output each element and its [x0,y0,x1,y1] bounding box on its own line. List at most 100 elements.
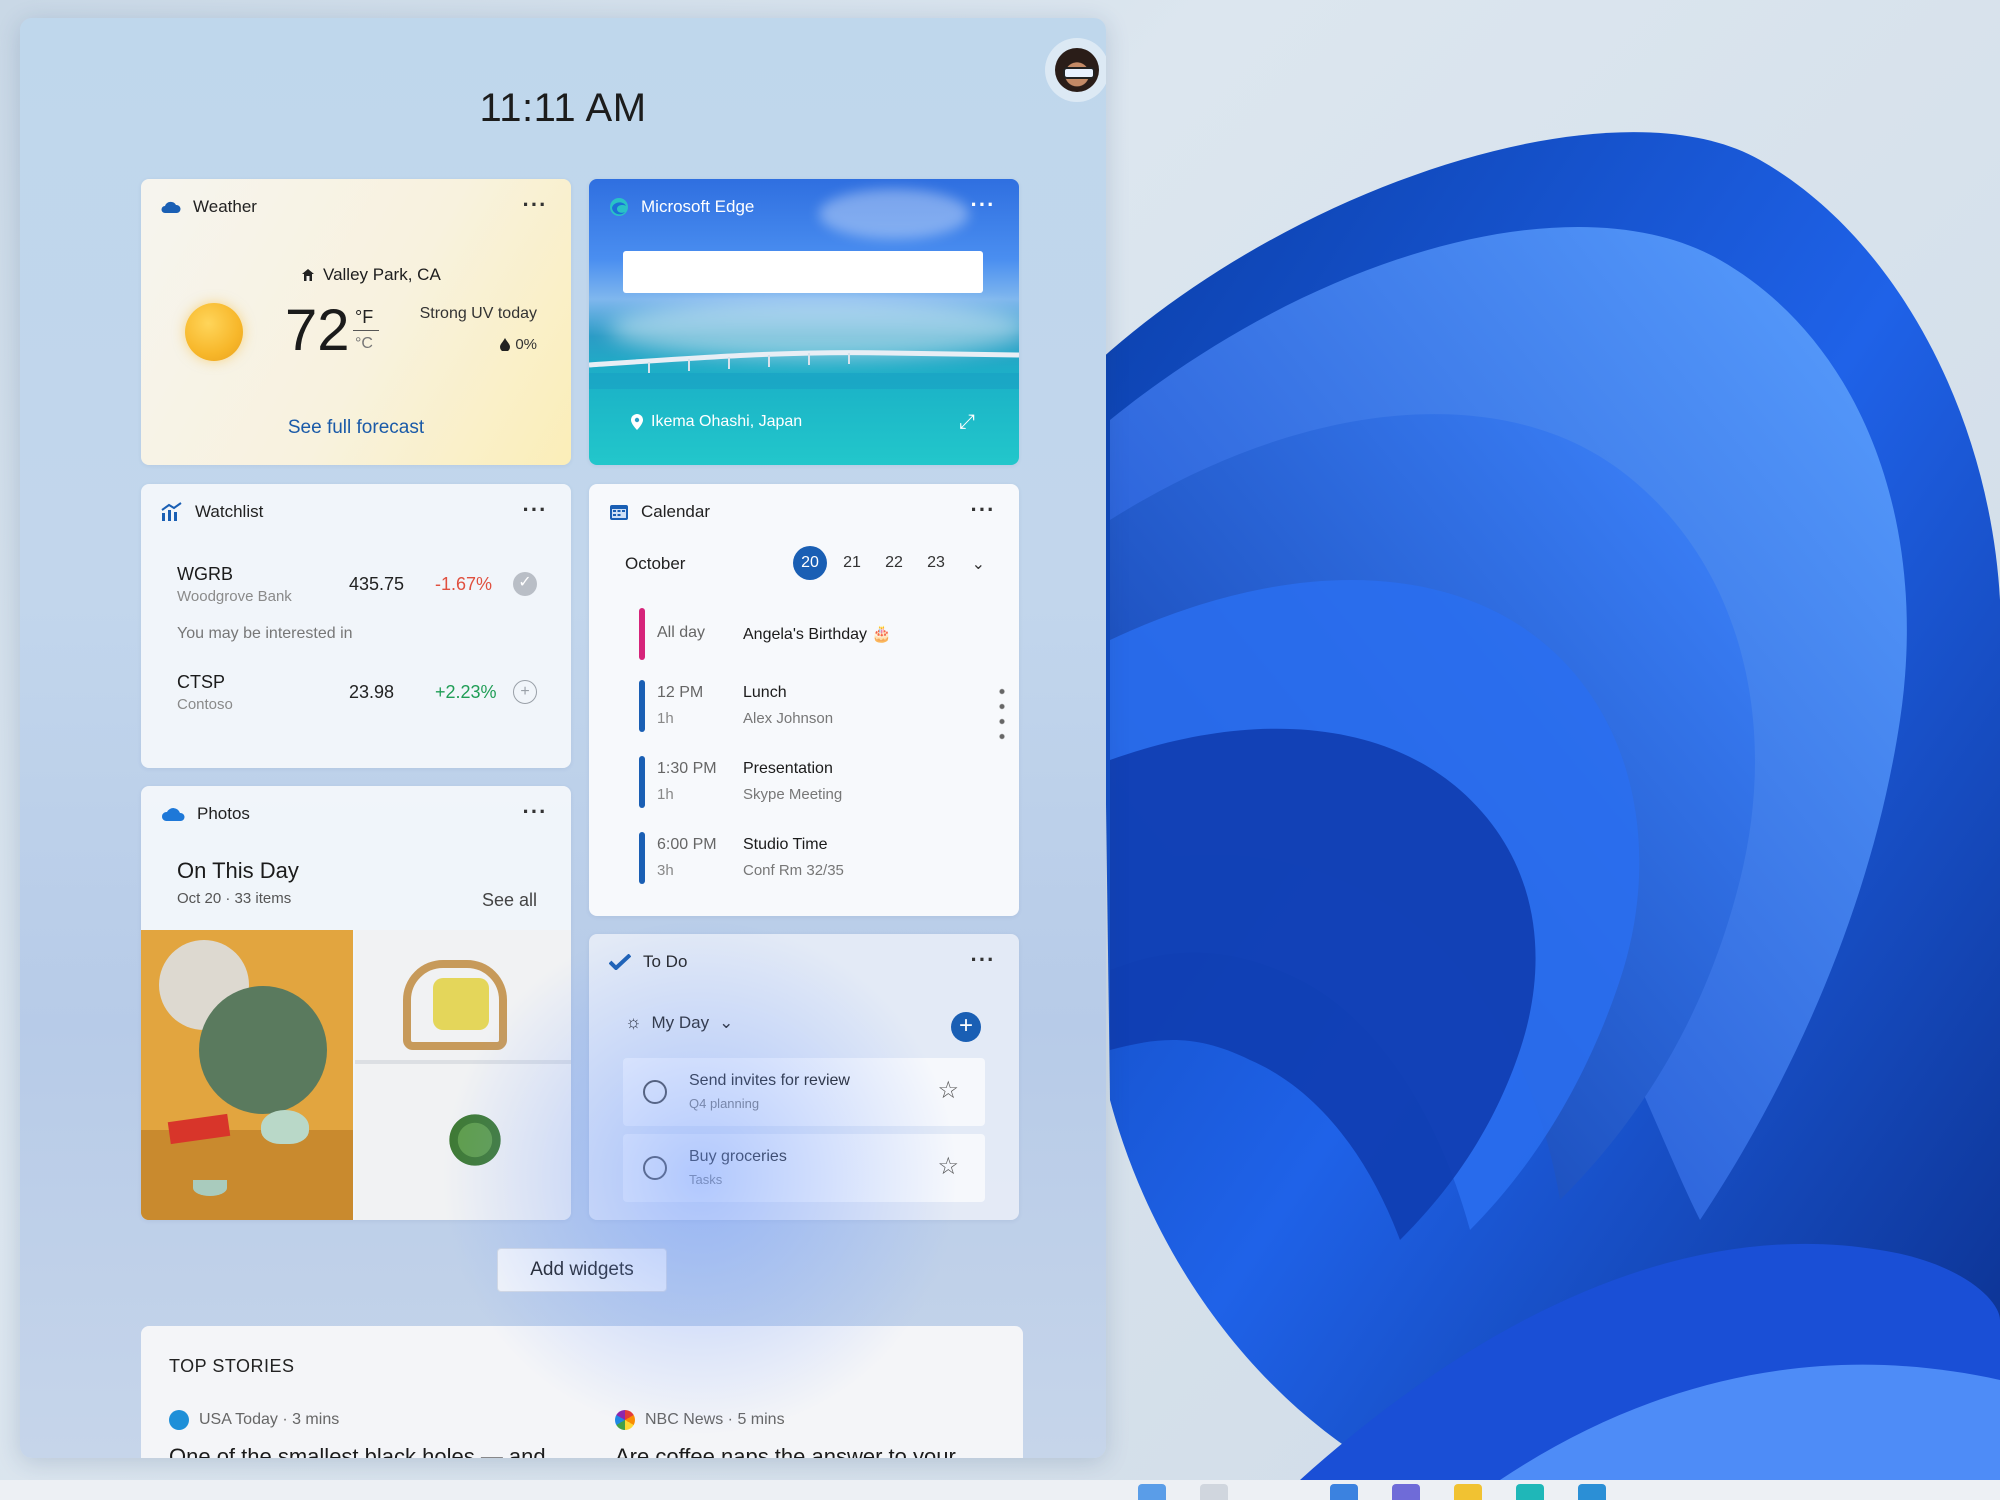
photos-title: Photos [197,804,250,823]
event-color-bar [639,756,645,808]
weather-header: Weather [161,197,257,217]
task-title: Send invites for review [689,1072,850,1089]
news-source-text: USA Today · 3 mins [199,1411,340,1428]
user-avatar[interactable] [1045,38,1106,102]
calendar-more-button[interactable]: ··· [965,498,1001,528]
add-widgets-button[interactable]: Add widgets [497,1248,667,1292]
event-detail: Alex Johnson [743,710,834,727]
calendar-day[interactable]: 23 [919,546,953,580]
edge-logo-icon [610,198,628,216]
calendar-scrollbar[interactable] [999,684,1005,744]
event-detail: Skype Meeting [743,786,843,803]
event-color-bar [639,680,645,732]
raindrop-icon [500,338,511,351]
news-headline: One of the smallest black holes — and [169,1444,546,1458]
edge-header: Microsoft Edge [609,197,754,217]
todo-task[interactable]: Send invites for review Q4 planning ☆ [623,1058,985,1126]
stock-name: Woodgrove Bank [177,588,292,605]
clock-time: 11:11 AM [479,86,647,130]
event-duration: 1h [657,786,674,803]
weather-more-button[interactable]: ··· [517,193,553,223]
photos-widget[interactable]: Photos ··· On This Day Oct 20 · 33 items… [141,786,571,1220]
weather-widget[interactable]: Weather ··· Valley Park, CA 72 °F °C Str… [141,179,571,465]
weather-location-text: Valley Park, CA [323,265,441,284]
todo-widget[interactable]: To Do ··· ☼ My Day ⌄ + Send invites for … [589,934,1019,1220]
news-headline: Are coffee naps the answer to your [615,1444,956,1458]
unit-celsius-toggle[interactable]: °C [355,335,373,353]
todo-list-name: My Day [651,1012,710,1032]
star-icon[interactable]: ☆ [937,1076,959,1105]
edge-icon[interactable] [1516,1484,1544,1500]
todo-task[interactable]: Buy groceries Tasks ☆ [623,1134,985,1202]
stock-row[interactable]: WGRB Woodgrove Bank 435.75 -1.67% ✓ [177,564,537,614]
event-color-bar [639,832,645,884]
see-full-forecast-link[interactable]: See full forecast [141,417,571,439]
edge-more-button[interactable]: ··· [965,193,1001,223]
usa-today-logo-icon [169,1410,189,1430]
home-icon [302,269,314,281]
edge-search-input[interactable] [623,251,983,293]
weather-temperature: 72 [285,298,350,363]
add-task-button[interactable]: + [951,1012,981,1042]
todo-more-button[interactable]: ··· [965,948,1001,978]
calendar-event[interactable]: 1:30 PM 1h Presentation Skype Meeting [639,754,979,812]
start-icon[interactable] [1138,1484,1166,1500]
calendar-widget[interactable]: Calendar ··· October 20 21 22 23 ⌄ All d… [589,484,1019,916]
widgets-board: 11:11 AM Weather ··· Valley Park, CA 72 … [20,18,1106,1458]
event-time: 6:00 PM [657,836,717,853]
edge-title: Microsoft Edge [641,197,755,216]
calendar-header: Calendar [609,502,710,522]
sky-cloud [819,189,969,239]
task-complete-checkbox[interactable] [643,1080,667,1104]
stock-chart-icon [161,502,182,521]
watchlist-title: Watchlist [195,502,264,521]
unit-fahrenheit-toggle[interactable]: °F [355,307,373,328]
calendar-title: Calendar [641,502,710,521]
file-explorer-icon[interactable] [1454,1484,1482,1500]
stock-price: 23.98 [349,682,395,702]
sunny-icon [185,303,243,361]
stock-price: 435.75 [349,574,405,594]
expand-icon[interactable]: ⤢ [959,411,975,434]
search-icon[interactable] [1200,1484,1228,1500]
stock-change: +2.23% [435,682,497,702]
task-list-label: Q4 planning [689,1096,760,1111]
star-icon[interactable]: ☆ [937,1152,959,1181]
photos-see-all-link[interactable]: See all [482,890,537,911]
event-time: 12 PM [657,684,704,701]
widgets-icon[interactable] [1330,1484,1358,1500]
event-title: Presentation [743,760,833,777]
add-stock-icon[interactable]: + [513,680,537,704]
photo-thumbnail[interactable] [355,930,571,1220]
watchlist-widget[interactable]: Watchlist ··· WGRB Woodgrove Bank 435.75… [141,484,571,768]
taskbar [0,1480,2000,1500]
weather-cloud-icon [161,201,181,213]
photos-more-button[interactable]: ··· [517,800,553,830]
edge-location[interactable]: Ikema Ohashi, Japan [631,413,802,431]
stock-symbol: WGRB [177,564,233,584]
chevron-down-icon[interactable]: ⌄ [972,554,985,574]
photos-header: Photos [161,804,250,824]
news-story[interactable]: USA Today · 3 mins One of the smallest b… [169,1410,589,1458]
store-icon[interactable] [1578,1484,1606,1500]
calendar-day[interactable]: 21 [835,546,869,580]
photo-thumbnail[interactable] [141,930,353,1220]
stock-row[interactable]: CTSP Contoso 23.98 +2.23% + [177,672,537,722]
calendar-event[interactable]: All day Angela's Birthday 🎂 [639,606,979,664]
edge-widget[interactable]: Microsoft Edge ··· Ikema Ohashi, Japan ⤢ [589,179,1019,465]
calendar-event[interactable]: 6:00 PM 3h Studio Time Conf Rm 32/35 [639,830,979,888]
bridge-image [589,350,1019,389]
chat-icon[interactable] [1392,1484,1420,1500]
calendar-event[interactable]: 12 PM 1h Lunch Alex Johnson [639,678,979,736]
task-title: Buy groceries [689,1148,787,1165]
event-title: Studio Time [743,836,828,853]
watchlist-more-button[interactable]: ··· [517,498,553,528]
checkmark-icon[interactable]: ✓ [513,572,537,596]
news-story[interactable]: NBC News · 5 mins Are coffee naps the an… [615,1410,1035,1458]
task-complete-checkbox[interactable] [643,1156,667,1180]
calendar-day[interactable]: 20 [793,546,827,580]
weather-uv: Strong UV today [419,305,537,322]
calendar-day[interactable]: 22 [877,546,911,580]
map-pin-icon [631,414,643,430]
todo-list-selector[interactable]: ☼ My Day ⌄ [625,1012,733,1033]
